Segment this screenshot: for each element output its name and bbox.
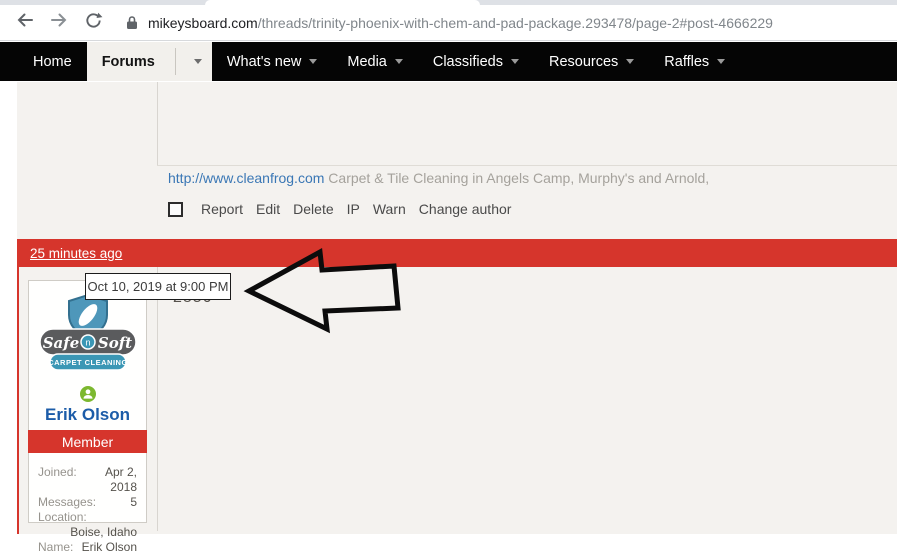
post-column-divider: [157, 82, 158, 165]
chevron-down-icon: [194, 59, 202, 64]
signature-separator: [157, 165, 897, 166]
nav-label: What's new: [227, 54, 302, 70]
avatar-word1: Safe: [42, 334, 79, 352]
nav-item-raffles[interactable]: Raffles: [649, 42, 740, 81]
left-arrow-icon: [249, 252, 398, 329]
stat-value: Apr 2, 2018: [77, 465, 137, 495]
select-post-checkbox[interactable]: [168, 202, 183, 217]
stat-label: Messages:: [38, 495, 96, 510]
stat-value: [87, 510, 137, 525]
minutes-ago-link[interactable]: 25 minutes ago: [30, 246, 122, 261]
chevron-down-icon: [395, 59, 403, 64]
nav-label: Forums: [102, 54, 167, 70]
back-arrow-icon: [15, 10, 35, 35]
online-status-icon: [29, 386, 146, 402]
browser-chrome: mikeysboard.com/threads/trinity-phoenix-…: [0, 0, 897, 42]
stat-row: Messages: 5: [38, 495, 137, 510]
avatar-mid-letter: n: [85, 338, 90, 348]
username-link[interactable]: Erik Olson: [29, 405, 146, 425]
url-path: /threads/trinity-phoenix-with-chem-and-p…: [258, 15, 773, 31]
forward-arrow-icon: [49, 10, 69, 35]
browser-toolbar: mikeysboard.com/threads/trinity-phoenix-…: [0, 5, 897, 41]
annotation-arrow: [240, 245, 405, 340]
nav-label: Home: [33, 54, 72, 70]
nav-item-forums[interactable]: Forums: [87, 42, 212, 81]
stat-row: Name: Erik Olson: [38, 540, 137, 555]
timestamp-tooltip: Oct 10, 2019 at 9:00 PM: [85, 273, 231, 300]
member-badge: Member: [28, 430, 147, 453]
post-column-divider: [157, 267, 158, 531]
nav-item-media[interactable]: Media: [332, 42, 418, 81]
previous-post: http://www.cleanfrog.com Carpet & Tile C…: [17, 82, 897, 239]
highlighted-post: Safe Soft n CARPET CLEANING Erik Olson M…: [17, 267, 897, 534]
forum-navbar: Home Forums What's new Media Classifieds…: [0, 42, 897, 81]
new-posts-banner: 25 minutes ago: [17, 239, 897, 267]
stat-value: Boise, Idaho: [38, 525, 137, 540]
chevron-down-icon: [309, 59, 317, 64]
report-link[interactable]: Report: [201, 201, 243, 217]
avatar[interactable]: Safe Soft n CARPET CLEANING: [29, 293, 146, 384]
url-domain: mikeysboard.com: [148, 15, 258, 31]
refresh-icon: [84, 11, 103, 35]
tab-divider: [175, 48, 176, 75]
back-button[interactable]: [12, 10, 38, 36]
stat-label: Location:: [38, 510, 87, 525]
nav-item-resources[interactable]: Resources: [534, 42, 649, 81]
forward-button[interactable]: [46, 10, 72, 36]
user-info-card: Safe Soft n CARPET CLEANING Erik Olson M…: [28, 280, 147, 523]
stat-value: 5: [96, 495, 137, 510]
page-content: http://www.cleanfrog.com Carpet & Tile C…: [0, 81, 897, 534]
edit-link[interactable]: Edit: [256, 201, 280, 217]
user-stats: Joined: Apr 2, 2018 Messages: 5 Location…: [29, 465, 146, 555]
moderation-bar: Report Edit Delete IP Warn Change author: [168, 201, 511, 217]
warn-link[interactable]: Warn: [373, 201, 406, 217]
chevron-down-icon: [511, 59, 519, 64]
delete-link[interactable]: Delete: [293, 201, 333, 217]
change-author-link[interactable]: Change author: [419, 201, 512, 217]
nav-item-classifieds[interactable]: Classifieds: [418, 42, 534, 81]
stat-label: Joined:: [38, 465, 77, 495]
browser-tab-strip: [0, 0, 897, 5]
ip-link[interactable]: IP: [347, 201, 360, 217]
stat-label: Name:: [38, 540, 73, 555]
nav-item-home[interactable]: Home: [18, 42, 87, 81]
stat-row: Joined: Apr 2, 2018: [38, 465, 137, 495]
signature-link[interactable]: http://www.cleanfrog.com: [168, 170, 324, 186]
signature-text: Carpet & Tile Cleaning in Angels Camp, M…: [328, 170, 709, 186]
forums-dropdown-toggle[interactable]: [184, 59, 212, 64]
signature: http://www.cleanfrog.com Carpet & Tile C…: [168, 170, 709, 186]
nav-label: Media: [347, 54, 387, 70]
browser-active-tab[interactable]: [205, 0, 480, 5]
chevron-down-icon: [626, 59, 634, 64]
stat-value: Erik Olson: [73, 540, 137, 555]
stat-row: Location:: [38, 510, 137, 525]
nav-label: Raffles: [664, 54, 709, 70]
nav-label: Classifieds: [433, 54, 503, 70]
avatar-word2: Soft: [97, 334, 131, 352]
chevron-down-icon: [717, 59, 725, 64]
nav-item-whats-new[interactable]: What's new: [212, 42, 333, 81]
address-bar[interactable]: mikeysboard.com/threads/trinity-phoenix-…: [126, 15, 773, 31]
refresh-button[interactable]: [80, 10, 106, 36]
avatar-banner-text: CARPET CLEANING: [48, 358, 128, 367]
nav-label: Resources: [549, 54, 618, 70]
stat-row: Boise, Idaho: [38, 525, 137, 540]
lock-icon: [126, 15, 138, 30]
